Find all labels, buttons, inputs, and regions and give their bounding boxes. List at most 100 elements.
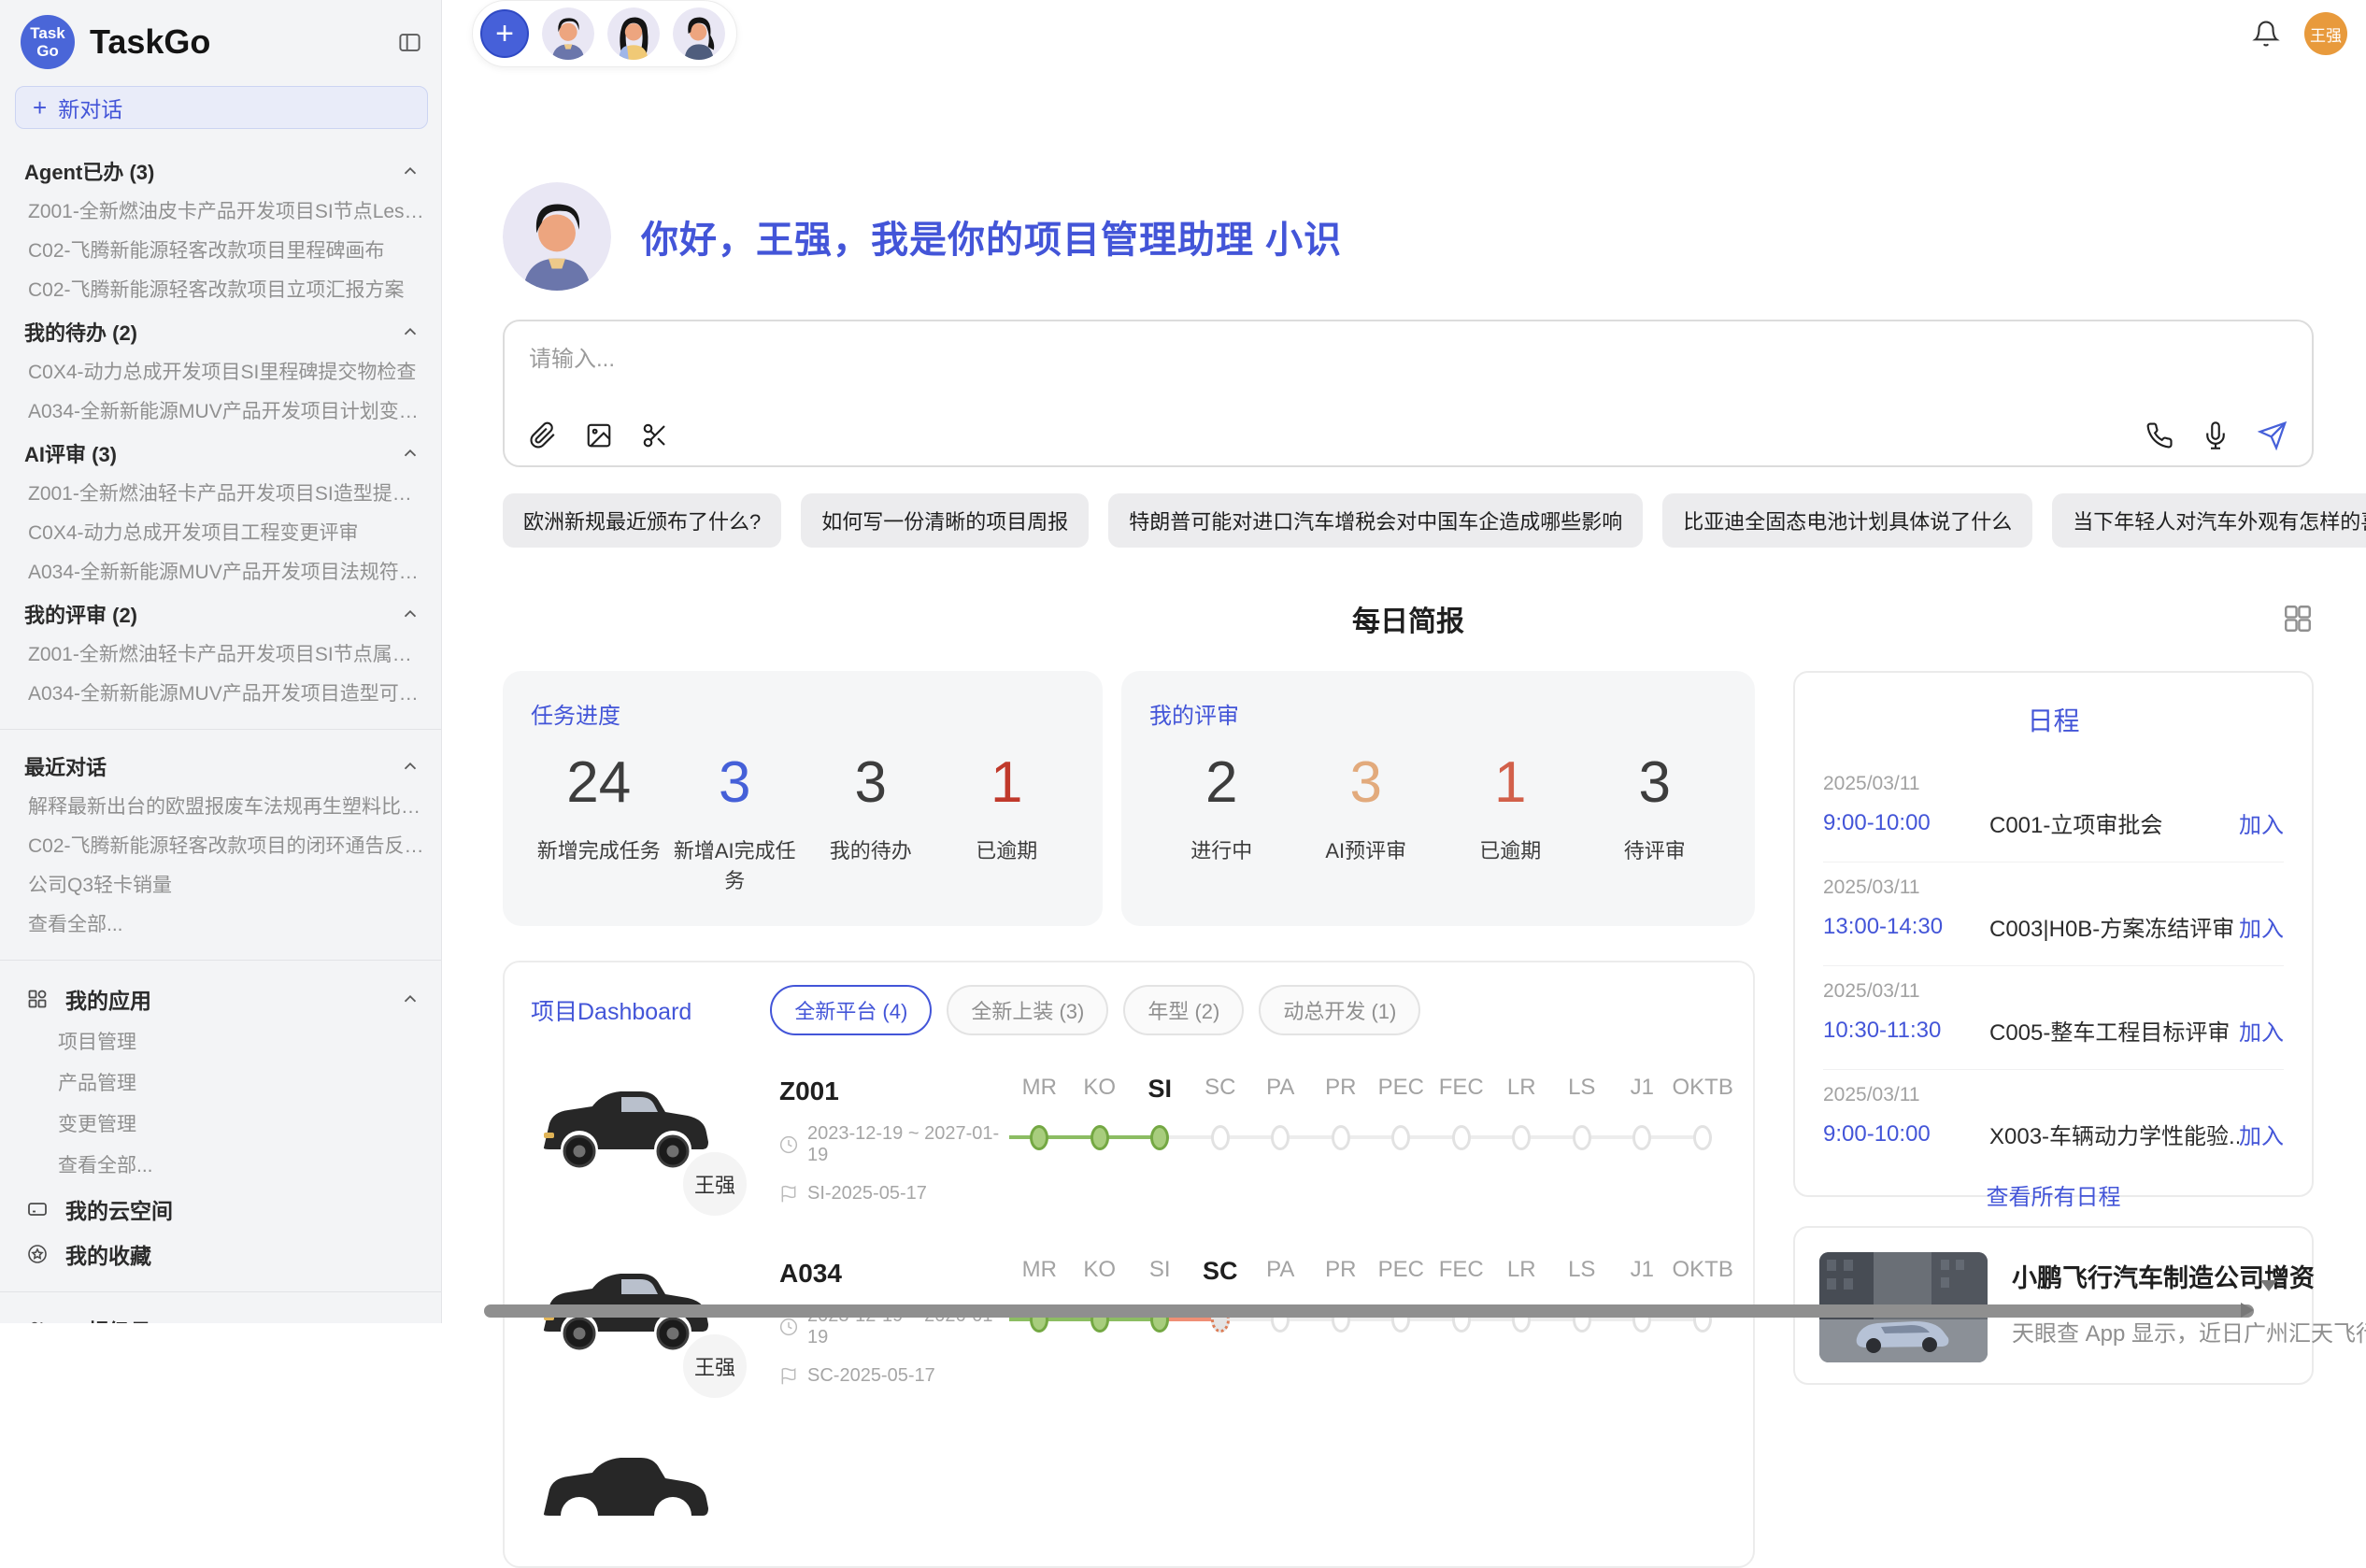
cloud-space-icon	[26, 1198, 49, 1220]
sidebar-item[interactable]: A034-全新新能源MUV产品开发项目造型可行性评审	[0, 675, 441, 714]
top-bar: + 王强	[442, 0, 2366, 67]
sidebar-item[interactable]: Z001-全新燃油轻卡产品开发项目SI节点属性5D文件评审	[0, 635, 441, 675]
scroll-right-arrow[interactable]	[2241, 1303, 2254, 1318]
section-my-review[interactable]: 我的评审 (2)	[0, 592, 441, 635]
project-row-partial	[531, 1441, 1727, 1551]
sidebar-item[interactable]: A034-全新新能源MUV产品开发项目法规符合性评审	[0, 553, 441, 592]
chevron-up-icon[interactable]	[400, 989, 420, 1009]
image-upload-icon[interactable]	[585, 421, 613, 449]
user-avatar[interactable]: 王强	[2304, 12, 2347, 55]
milestone-track: MRKOSISCPAPRPECFECLRLSJ1OKTB	[1009, 1075, 1732, 1205]
ai-staff-label: AI超级员工	[65, 1314, 173, 1323]
sidebar-item[interactable]: A034-全新新能源MUV产品开发项目计划变更类编写	[0, 392, 441, 432]
suggestion-chip[interactable]: 当下年轻人对汽车外观有怎样的喜好趋势	[2052, 493, 2366, 548]
sidebar-item-ai-staff[interactable]: AI超级员工	[0, 1307, 441, 1323]
join-link[interactable]: 加入	[2239, 806, 2284, 839]
chevron-up-icon[interactable]	[400, 443, 420, 463]
suggestion-chip[interactable]: 如何写一份清晰的项目周报	[801, 493, 1089, 548]
recent-chat-item[interactable]: C02-飞腾新能源轻客改款项目的闭环通告反馈情况	[0, 827, 441, 866]
view-all-schedule-link[interactable]: 查看所有日程	[1823, 1173, 2284, 1213]
section-my-todo[interactable]: 我的待办 (2)	[0, 310, 441, 353]
sidebar-item[interactable]: C02-飞腾新能源轻客改款项目里程碑画布	[0, 232, 441, 271]
scroll-down-arrow[interactable]	[2260, 1280, 2277, 1291]
section-title: 最近对话	[24, 751, 107, 781]
notifications-bell-icon[interactable]	[2252, 20, 2280, 48]
voice-call-phone-icon[interactable]	[2145, 421, 2174, 449]
schedule-entry: 2025/03/11 9:00-10:00 X003-车辆动力学性能验... 加…	[1823, 1070, 2284, 1173]
apps-grid-icon	[26, 988, 49, 1010]
milestone-dot-future	[1391, 1125, 1410, 1150]
dashboard-title: 项目Dashboard	[531, 993, 691, 1027]
apps-view-all[interactable]: 查看全部...	[0, 1146, 441, 1187]
chevron-up-icon[interactable]	[400, 756, 420, 777]
stat-my-todo: 3 我的待办	[803, 754, 939, 894]
greeting-text: 你好，王强，我是你的项目管理助理 小识	[641, 209, 1342, 264]
new-chat-button[interactable]: + 新对话	[15, 86, 428, 129]
chevron-up-icon[interactable]	[400, 161, 420, 181]
join-link[interactable]: 加入	[2239, 1014, 2284, 1047]
suggestion-chips: 欧洲新规最近颁布了什么? 如何写一份清晰的项目周报 特朗普可能对进口汽车增税会对…	[503, 493, 2314, 548]
schedule-entry: 2025/03/11 10:30-11:30 C005-整车工程目标评审 加入	[1823, 966, 2284, 1070]
message-composer	[503, 320, 2314, 467]
microphone-icon[interactable]	[2202, 421, 2230, 449]
suggestion-chip[interactable]: 比亚迪全固态电池计划具体说了什么	[1662, 493, 2032, 548]
tab-model-year[interactable]: 年型 (2)	[1123, 985, 1244, 1035]
app-item-product-mgmt[interactable]: 产品管理	[0, 1063, 441, 1105]
main-area: + 王强 你好，王强，我是你的项目管理助理 小识	[442, 0, 2366, 1323]
project-code: Z001	[779, 1076, 1004, 1106]
recent-chat-item[interactable]: 解释最新出台的欧盟报废车法规再生塑料比例被调至15%...	[0, 788, 441, 827]
tab-powertrain[interactable]: 动总开发 (1)	[1259, 985, 1420, 1035]
join-link[interactable]: 加入	[2239, 1118, 2284, 1150]
scissors-icon[interactable]	[641, 421, 669, 449]
horizontal-scrollbar-thumb[interactable]	[484, 1304, 2254, 1318]
divider	[0, 729, 441, 730]
suggestion-chip[interactable]: 欧洲新规最近颁布了什么?	[503, 493, 781, 548]
project-row[interactable]: 王强 A034 2023-12-19 ~ 2026-01-19 SC-2025-…	[531, 1257, 1727, 1387]
recent-chat-item[interactable]: 公司Q3轻卡销量	[0, 866, 441, 905]
join-link[interactable]: 加入	[2239, 910, 2284, 943]
schedule-date: 2025/03/11	[1823, 980, 2284, 1003]
app-item-project-mgmt[interactable]: 项目管理	[0, 1022, 441, 1063]
chevron-up-icon[interactable]	[400, 321, 420, 342]
app-item-change-mgmt[interactable]: 变更管理	[0, 1105, 441, 1146]
project-row[interactable]: 王强 Z001 2023-12-19 ~ 2027-01-19 SI-2025-…	[531, 1075, 1727, 1205]
milestone-dot-current	[1150, 1125, 1169, 1150]
tab-new-platform[interactable]: 全新平台 (4)	[770, 985, 932, 1035]
collapse-sidebar-icon[interactable]	[397, 30, 422, 55]
my-apps-label: 我的应用	[65, 983, 151, 1015]
avatar[interactable]	[673, 7, 725, 60]
recent-chats-view-all[interactable]: 查看全部...	[0, 905, 441, 945]
sidebar-item-favorites[interactable]: 我的收藏	[0, 1232, 441, 1276]
stat-overdue: 1 已逾期	[939, 754, 1076, 894]
suggestion-chip[interactable]: 特朗普可能对进口汽车增税会对中国车企造成哪些影响	[1108, 493, 1643, 548]
section-ai-review[interactable]: AI评审 (3)	[0, 432, 441, 475]
my-reviews-card: 我的评审 2 进行中 3 AI预评审 1	[1121, 671, 1755, 926]
milestone-track: MRKOSISCPAPRPECFECLRLSJ1OKTB	[1009, 1257, 1732, 1387]
chevron-up-icon[interactable]	[400, 604, 420, 624]
schedule-entry: 2025/03/11 9:00-10:00 C001-立项审批会 加入	[1823, 759, 2284, 862]
sidebar-item[interactable]: C02-飞腾新能源轻客改款项目立项汇报方案	[0, 271, 441, 310]
layout-grid-icon[interactable]	[2282, 603, 2314, 634]
sidebar-item[interactable]: Z001-全新燃油轻卡产品开发项目SI造型提交物评审	[0, 475, 441, 514]
tab-new-upfit[interactable]: 全新上装 (3)	[947, 985, 1108, 1035]
sidebar-item-cloud-space[interactable]: 我的云空间	[0, 1187, 441, 1232]
project-owner-badge: 王强	[678, 1330, 751, 1403]
avatar[interactable]	[607, 7, 660, 60]
schedule-time: 10:30-11:30	[1823, 1018, 1989, 1044]
add-member-button[interactable]: +	[480, 9, 529, 58]
sidebar-item[interactable]: C0X4-动力总成开发项目工程变更评审	[0, 514, 441, 553]
sidebar-item[interactable]: C0X4-动力总成开发项目SI里程碑提交物检查	[0, 353, 441, 392]
section-agent-done[interactable]: Agent已办 (3)	[0, 150, 441, 192]
attach-paperclip-icon[interactable]	[529, 421, 557, 449]
schedule-name: C005-整车工程目标评审	[1989, 1014, 2239, 1047]
message-input[interactable]	[529, 340, 2288, 421]
send-icon[interactable]	[2258, 421, 2288, 450]
schedule-name: X003-车辆动力学性能验...	[1989, 1118, 2239, 1150]
sidebar-item-my-apps[interactable]: 我的应用	[0, 976, 441, 1022]
section-recent-chats[interactable]: 最近对话	[0, 745, 441, 788]
sidebar-item[interactable]: Z001-全新燃油皮卡产品开发项目SI节点Lesson Learn报告	[0, 192, 441, 232]
schedule-time: 13:00-14:30	[1823, 914, 1989, 940]
section-title: 我的待办 (2)	[24, 317, 137, 347]
milestone-dot-future	[1512, 1125, 1531, 1150]
avatar[interactable]	[542, 7, 594, 60]
